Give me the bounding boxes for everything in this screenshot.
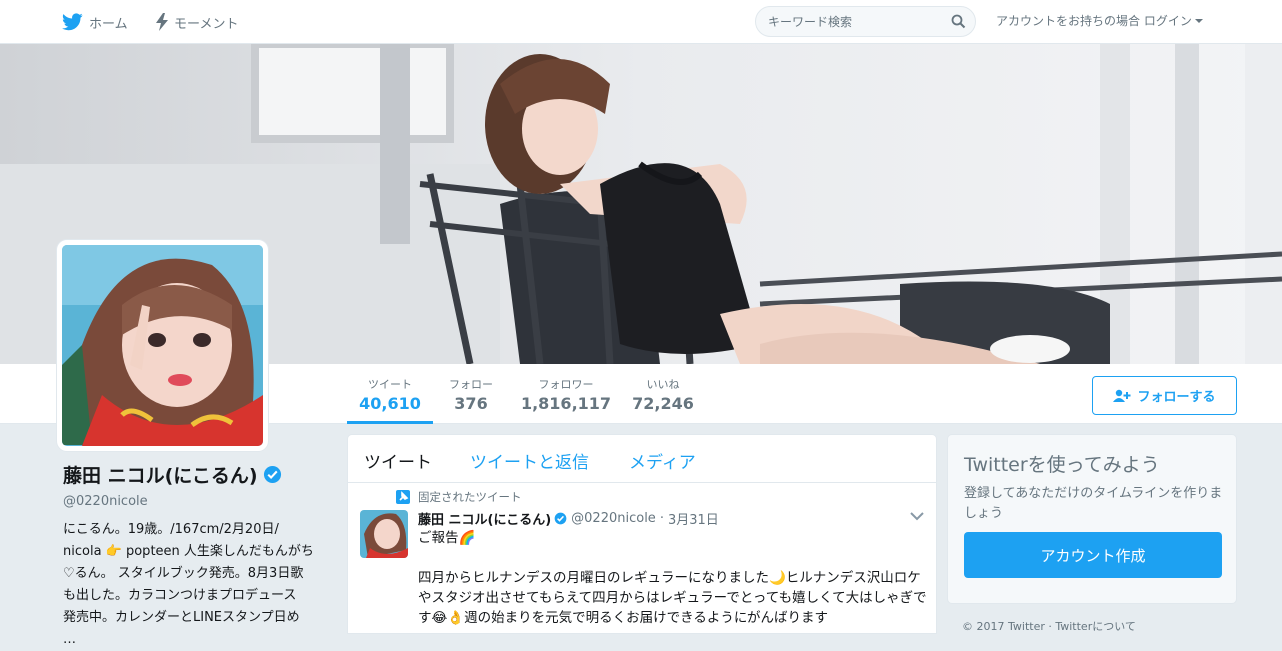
stat-tweets-label: ツイート <box>368 378 412 391</box>
tab-tweets[interactable]: ツイート <box>364 448 432 473</box>
tweet-header: 藤田 ニコル(にこるん) @0220nicole · 3月31日 <box>418 509 719 528</box>
tweet-text-line1: ご報告🌈 <box>418 530 476 546</box>
add-user-icon <box>1113 389 1131 402</box>
footer[interactable]: © 2017 Twitter · Twitterについて <box>962 618 1136 634</box>
top-nav: ホーム モーメント アカウントをお持ちの場合 ログイン <box>0 0 1282 44</box>
stat-followers-value: 1,816,117 <box>520 394 612 413</box>
nav-home-label: ホーム <box>89 16 128 32</box>
profile-avatar[interactable] <box>57 240 268 451</box>
profile-handle[interactable]: @0220nicole <box>63 494 148 509</box>
timeline: ツイート ツイートと返信 メディア 固定されたツイート 藤田 ニコル(にこるん)… <box>347 434 937 634</box>
signup-module: Twitterを使ってみよう 登録してあなただけのタイムラインを作りましょう ア… <box>947 434 1237 604</box>
chevron-down-icon[interactable] <box>910 511 924 521</box>
tweet-text-line2: 四月からヒルナンデスの月曜日のレギュラーになりました🌙ヒルナンデス沢山ロケやスタ… <box>418 570 927 626</box>
lightning-icon <box>156 13 168 31</box>
profile-name-text: 藤田 ニコル(にこるん) <box>63 465 258 487</box>
verified-badge-icon <box>554 512 567 525</box>
pinned-indicator: 固定されたツイート <box>396 489 522 505</box>
stat-followers-label: フォロワー <box>538 378 594 391</box>
nav-moments-label: モーメント <box>174 16 239 32</box>
nav-moments[interactable]: モーメント <box>156 0 238 44</box>
timeline-tabs: ツイート ツイートと返信 メディア <box>348 435 936 483</box>
stat-followers[interactable]: フォロワー 1,816,117 <box>516 364 616 424</box>
tweet-date[interactable]: 3月31日 <box>668 509 719 528</box>
pinned-label: 固定されたツイート <box>418 490 522 504</box>
signup-title: Twitterを使ってみよう <box>964 454 1160 476</box>
follow-button-label: フォローする <box>1137 390 1216 405</box>
tab-tweets-replies[interactable]: ツイートと返信 <box>470 448 589 473</box>
avatar-image <box>62 245 263 446</box>
profile-bio: にこるん。19歳。/167cm/2月20日/ nicola 👉 popteen … <box>63 522 314 647</box>
twitter-bird-icon <box>62 13 83 31</box>
stat-tweets-value: 40,610 <box>359 394 421 413</box>
tweet-author-handle[interactable]: @0220nicole <box>571 511 656 526</box>
verified-badge-icon <box>263 465 281 484</box>
profile-name: 藤田 ニコル(にこるん) <box>63 461 282 488</box>
stat-tweets[interactable]: ツイート 40,610 <box>347 364 433 424</box>
create-account-button[interactable]: アカウント作成 <box>964 532 1222 578</box>
nav-home[interactable]: ホーム <box>62 0 128 44</box>
tweet-separator: · <box>659 511 664 526</box>
tab-media[interactable]: メディア <box>629 448 696 473</box>
search-icon[interactable] <box>951 14 966 29</box>
stat-likes-label: いいね <box>646 378 680 391</box>
stat-following-label: フォロー <box>449 378 493 391</box>
tweet-avatar[interactable] <box>360 510 408 558</box>
pin-icon <box>396 490 410 504</box>
tweet-avatar-image <box>360 510 408 558</box>
search-input[interactable] <box>766 13 946 31</box>
follow-button[interactable]: フォローする <box>1092 376 1237 415</box>
caret-down-icon <box>1194 19 1203 23</box>
stat-following[interactable]: フォロー 376 <box>438 364 504 424</box>
login-label: アカウントをお持ちの場合 ログイン <box>996 13 1192 28</box>
stat-likes-value: 72,246 <box>632 394 694 413</box>
login-dropdown[interactable]: アカウントをお持ちの場合 ログイン <box>996 0 1203 40</box>
stat-likes[interactable]: いいね 72,246 <box>628 364 698 424</box>
stat-following-value: 376 <box>454 394 488 413</box>
signup-description: 登録してあなただけのタイムラインを作りましょう <box>964 486 1223 521</box>
search-box <box>755 6 976 37</box>
tweet-text: ご報告🌈 四月からヒルナンデスの月曜日のレギュラーになりました🌙ヒルナンデス沢山… <box>418 528 930 633</box>
tweet-author-name[interactable]: 藤田 ニコル(にこるん) <box>418 509 551 528</box>
